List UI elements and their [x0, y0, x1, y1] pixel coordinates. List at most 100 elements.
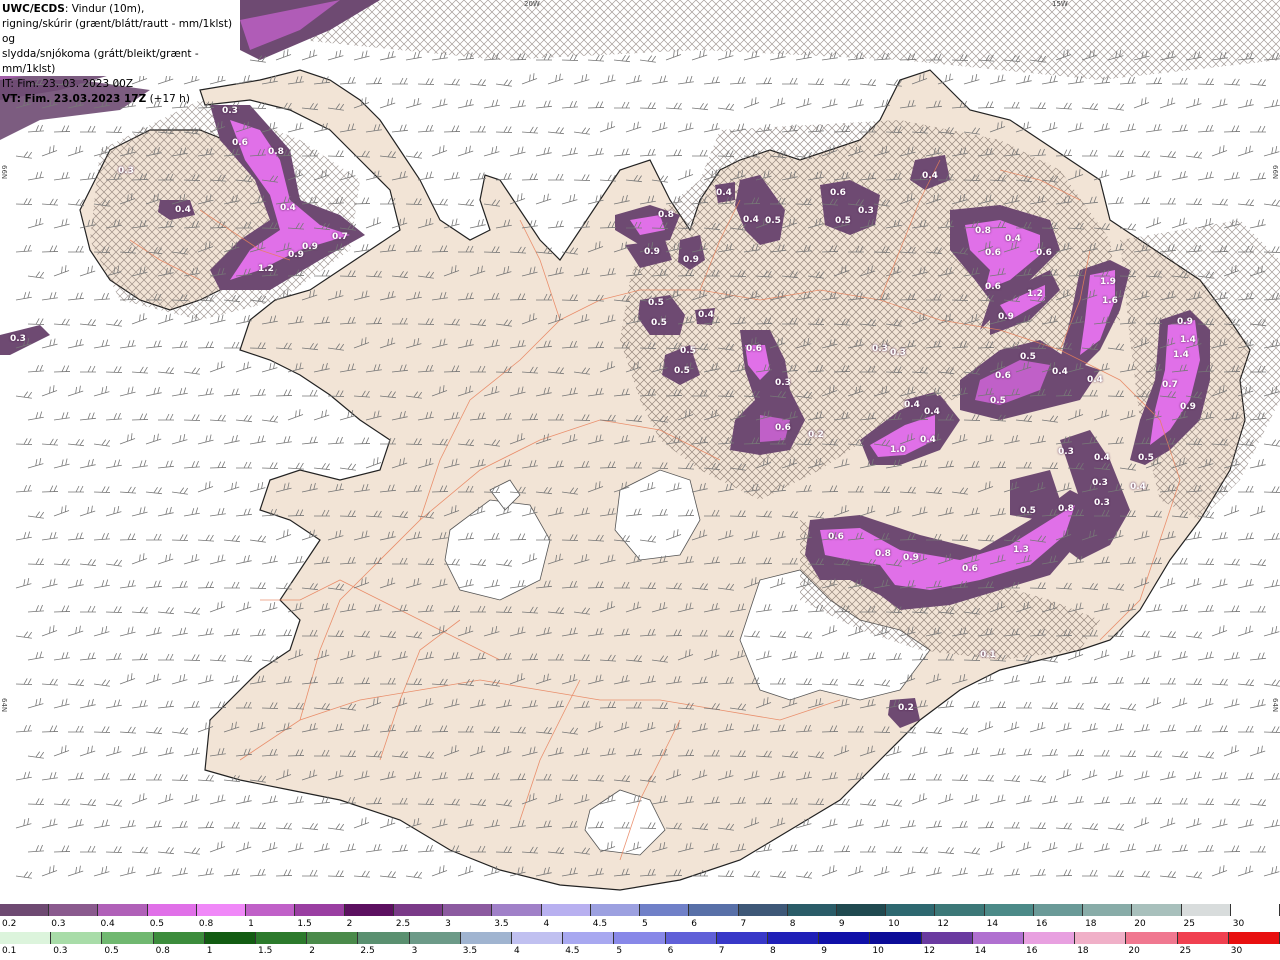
precip-value: 0.4 — [716, 188, 732, 198]
scale-swatch — [1075, 932, 1127, 944]
precip-value: 0.3 — [775, 378, 791, 388]
scale-swatch — [640, 904, 690, 916]
scale-label: 3 — [445, 919, 451, 929]
precip-value: 0.3 — [10, 334, 26, 344]
scale-label: 16 — [1026, 946, 1038, 956]
scale-label: 4.5 — [565, 946, 580, 956]
scale-swatch — [344, 904, 394, 916]
scale-swatch — [98, 904, 148, 916]
precip-value: 1.0 — [890, 445, 906, 455]
precip-value: 0.5 — [835, 216, 851, 226]
precip-value: 0.5 — [680, 346, 696, 356]
precip-value: 0.3 — [1058, 447, 1074, 457]
scale-label: 4.5 — [592, 919, 608, 929]
scale-swatch — [147, 904, 197, 916]
scale-swatch — [614, 932, 666, 944]
precip-value: 0.6 — [985, 248, 1001, 258]
scale-label: 12 — [923, 946, 936, 956]
scale-swatch — [1033, 904, 1084, 916]
precip-value: 0.6 — [746, 344, 762, 354]
scale-label: 0.5 — [149, 919, 165, 929]
precip-value: 1.2 — [1027, 289, 1043, 299]
precip-value: 0.3 — [1092, 478, 1108, 488]
precip-value: 0.7 — [332, 232, 348, 242]
scale-swatch — [541, 904, 591, 916]
precip-value: 0.3 — [118, 166, 134, 176]
scale-label: 8 — [789, 919, 796, 929]
scale-label: 2 — [309, 946, 315, 956]
scale-swatch — [1024, 932, 1076, 944]
scale-label: 1 — [248, 919, 254, 929]
precip-value: 1.4 — [1173, 350, 1189, 360]
snow-scale-labels: 0.2 0.3 0.4 0.5 0.8 1 1.5 2 2.5 3 3.5 4 4.5 5 6 7 8 9 10 12… — [0, 919, 1280, 931]
scale-label: 0.1 — [2, 946, 17, 956]
scale-label: 5 — [642, 919, 648, 929]
scale-swatch — [409, 932, 461, 944]
scale-swatch — [836, 904, 887, 916]
precip-value: 0.3 — [890, 348, 906, 358]
scale-swatch — [984, 904, 1034, 916]
scale-label: 4 — [514, 946, 520, 956]
scale-swatch — [51, 932, 103, 944]
valid-offset: (+17 h) — [146, 93, 190, 105]
precip-value: 0.9 — [644, 247, 660, 257]
precip-value: 1.9 — [1100, 277, 1116, 287]
scale-swatch — [492, 904, 542, 916]
scale-swatch — [1126, 932, 1178, 944]
precip-value: 0.9 — [1177, 317, 1193, 327]
precip-value: 0.5 — [765, 216, 781, 226]
scale-swatch — [512, 932, 564, 944]
scale-label: 2 — [346, 919, 353, 929]
precip-value: 0.9 — [288, 250, 304, 260]
precip-value: 0.4 — [698, 310, 714, 320]
issue-time: IT: Fim. 23. 03. 2023 00Z — [2, 78, 134, 90]
scale-label: 25 — [1179, 946, 1192, 956]
precip-value: 0.4 — [280, 203, 296, 213]
scale-label: 12 — [937, 919, 949, 929]
scale-label: 14 — [986, 919, 999, 929]
precip-value: 0.8 — [268, 147, 284, 157]
precip-value: 0.2 — [808, 430, 824, 440]
scale-swatch — [102, 932, 154, 944]
scale-label: 10 — [888, 919, 900, 929]
precip-value: 1.4 — [1180, 335, 1196, 345]
rain-color-scale — [0, 932, 1280, 944]
header-legend: UWC/ECDS: Vindur (10m), rigning/skúrir (… — [0, 0, 240, 105]
precip-value: 0.5 — [1138, 453, 1154, 463]
header-line2: rigning/skúrir (grænt/blátt/rautt - mm/1… — [2, 18, 233, 45]
scale-swatch — [665, 932, 717, 944]
rain-scale-labels: 0.1 0.3 0.5 0.8 1 1.5 2 2.5 3 3.5 4 4.5 5 6 7 8 9 10 12 14 1… — [0, 946, 1280, 958]
scale-label: 9 — [821, 946, 827, 956]
scale-swatch — [204, 932, 257, 944]
scale-label: 0.5 — [104, 946, 119, 956]
scale-swatch — [972, 932, 1025, 944]
precip-value: 0.5 — [1020, 352, 1036, 362]
scale-label: 20 — [1128, 946, 1140, 956]
precip-value: 0.9 — [1180, 402, 1196, 412]
scale-swatch — [935, 904, 985, 916]
precip-value: 0.9 — [998, 312, 1014, 322]
scale-label: 0.4 — [100, 919, 115, 929]
model-name: UWC/ECDS — [2, 3, 65, 15]
precip-value: 0.6 — [232, 138, 248, 148]
scale-swatch — [443, 904, 493, 916]
scale-label: 3.5 — [494, 919, 509, 929]
scale-swatch — [49, 904, 99, 916]
scale-swatch — [1177, 932, 1229, 944]
scale-label: 6 — [691, 919, 697, 929]
precip-value: 0.4 — [920, 435, 936, 445]
scale-label: 8 — [770, 946, 776, 956]
scale-swatch — [196, 904, 247, 916]
precip-value: 0.5 — [1020, 506, 1036, 516]
scale-swatch — [590, 904, 641, 916]
scale-label: 3.5 — [462, 946, 478, 956]
header-line3: slydda/snjókoma (grátt/bleikt/grænt - mm… — [2, 48, 199, 75]
scale-swatch — [0, 904, 50, 916]
scale-swatch — [787, 904, 837, 916]
precip-value: 0.2 — [898, 703, 914, 713]
precip-value: 1.2 — [258, 264, 274, 274]
precip-value: 0.6 — [828, 532, 844, 542]
precip-value: 0.6 — [962, 564, 978, 574]
precip-value: 0.4 — [904, 400, 920, 410]
scale-label: 18 — [1085, 919, 1097, 929]
